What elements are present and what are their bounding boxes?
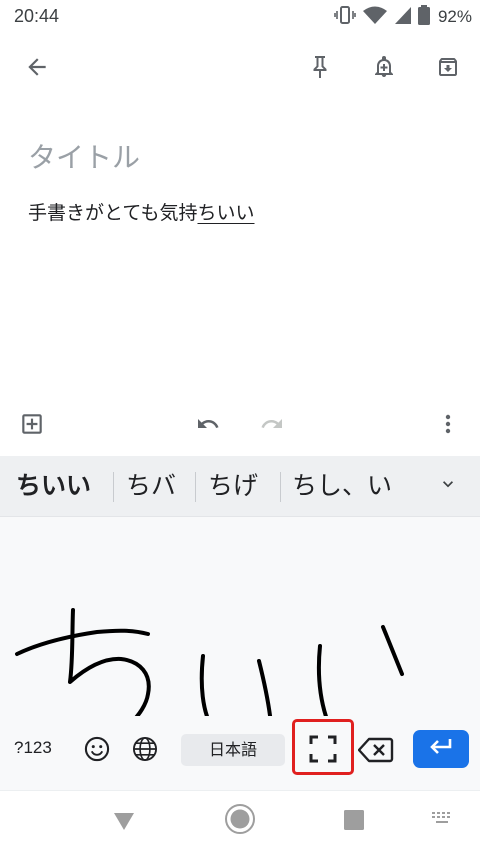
top-app-bar [0,34,480,106]
more-vert-icon [436,412,460,440]
candidate-bar: ちいい ちバ ちげ ちし、い [0,456,480,517]
home-circle-icon [224,803,256,839]
emoji-key[interactable] [73,727,121,775]
backspace-key[interactable] [352,728,400,776]
handwriting-stroke [15,628,150,656]
note-body-input[interactable]: 手書きがとても気持ちいい [28,198,255,225]
candidate-item[interactable]: ちし、い [292,456,392,516]
signal-icon [394,5,412,29]
archive-button[interactable] [424,45,472,93]
archive-icon [436,55,460,83]
pin-icon [308,54,332,84]
back-triangle-icon [113,811,135,835]
keyboard-switch-icon [430,810,454,832]
back-arrow-icon [24,54,50,84]
keyboard-switch-button[interactable] [418,797,466,845]
composing-text: ちいい [197,202,255,224]
expand-candidates-button[interactable] [424,462,472,510]
candidate-divider [280,472,281,502]
candidate-divider [113,472,114,502]
emoji-icon [83,735,111,767]
handwriting-keyboard: ちいい ちバ ちげ ちし、い ?123 日本語 [0,456,480,790]
backspace-icon [357,736,394,768]
battery-icon [417,5,430,29]
note-body-text: 手書きがとても気持 [28,202,198,224]
redo-icon [260,412,284,440]
add-item-button[interactable] [8,402,56,450]
undo-icon [196,412,220,440]
more-options-button[interactable] [424,402,472,450]
handwriting-stroke [316,644,328,716]
candidate-item[interactable]: ちバ [126,456,176,516]
handwriting-stroke [68,608,151,716]
fullscreen-icon [308,734,338,768]
nav-back-button[interactable] [100,799,148,847]
wifi-icon [362,5,388,29]
note-title-input[interactable]: タイトル [28,136,140,176]
candidate-item[interactable]: ちげ [208,456,258,516]
reminder-button[interactable] [360,45,408,93]
enter-key[interactable] [413,730,469,768]
status-bar: 20:44 92% [0,0,480,34]
back-button[interactable] [13,45,61,93]
status-icons: 92% [334,5,472,29]
status-time: 20:44 [14,6,60,26]
undo-button[interactable] [184,402,232,450]
space-key[interactable]: 日本語 [181,734,285,766]
redo-button[interactable] [248,402,296,450]
system-nav-bar [0,790,480,854]
add-reminder-icon [372,54,396,84]
enter-arrow-icon [427,736,455,762]
globe-icon [131,735,159,767]
editor-toolbar [0,402,480,450]
vibrate-icon [334,5,356,29]
keyboard-bottom-row: ?123 日本語 [0,718,480,788]
numbers-key[interactable]: ?123 [14,738,52,758]
pin-button[interactable] [296,45,344,93]
recents-square-icon [344,810,364,834]
handwriting-stroke [381,625,404,676]
nav-recents-button[interactable] [330,798,378,846]
handwriting-canvas[interactable] [0,516,480,716]
battery-percent: 92% [437,7,472,26]
language-key[interactable] [121,727,169,775]
chevron-down-icon [438,474,458,498]
candidate-item[interactable]: ちいい [16,456,91,516]
nav-home-button[interactable] [216,797,264,845]
handwriting-stroke [257,659,273,716]
fullscreen-key[interactable] [296,726,350,776]
add-box-icon [19,411,45,441]
candidate-divider [195,472,196,502]
handwriting-stroke [199,654,210,716]
